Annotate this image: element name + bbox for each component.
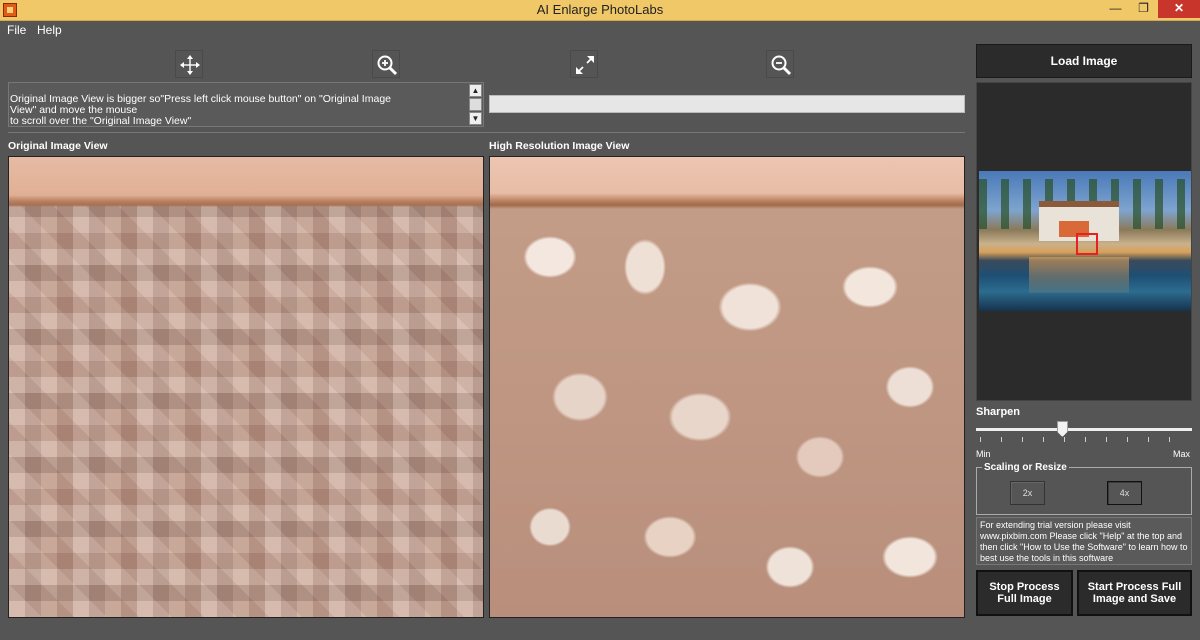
zoom-out-icon bbox=[771, 55, 792, 76]
slider-ticks bbox=[980, 437, 1190, 442]
zoom-in-button[interactable] bbox=[372, 50, 400, 78]
load-image-button[interactable]: Load Image bbox=[976, 44, 1192, 78]
thumbnail-reflection bbox=[1029, 257, 1129, 293]
preview-panel bbox=[976, 82, 1192, 401]
pan-button[interactable] bbox=[175, 50, 203, 78]
preview-thumbnail[interactable] bbox=[979, 171, 1191, 311]
fit-button[interactable] bbox=[570, 50, 598, 78]
sharpen-slider-thumb[interactable] bbox=[1056, 421, 1068, 437]
selection-box[interactable] bbox=[1076, 233, 1098, 255]
original-image-view[interactable] bbox=[8, 156, 484, 618]
high-resolution-image-view[interactable] bbox=[489, 156, 965, 618]
title-bar: AI Enlarge PhotoLabs — ❐ ✕ bbox=[0, 0, 1200, 21]
info-textbox[interactable]: Original Image View is bigger so"Press l… bbox=[8, 82, 484, 127]
minimize-button[interactable]: — bbox=[1102, 0, 1129, 18]
info-text: Original Image View is bigger so"Press l… bbox=[10, 93, 391, 127]
hires-view-label: High Resolution Image View bbox=[489, 140, 630, 152]
sharpen-label: Sharpen bbox=[976, 406, 1021, 418]
menu-help[interactable]: Help bbox=[37, 23, 62, 37]
window-title: AI Enlarge PhotoLabs bbox=[536, 2, 664, 17]
zoom-in-icon bbox=[377, 55, 398, 76]
scaling-group bbox=[976, 467, 1192, 515]
original-view-label: Original Image View bbox=[8, 140, 108, 152]
maximize-button[interactable]: ❐ bbox=[1130, 0, 1157, 18]
zoom-out-button[interactable] bbox=[766, 50, 794, 78]
close-button[interactable]: ✕ bbox=[1158, 0, 1200, 18]
scale-4x-button[interactable]: 4x bbox=[1107, 481, 1142, 505]
start-process-button[interactable]: Start Process Full Image and Save bbox=[1077, 570, 1192, 616]
trial-info-text: For extending trial version please visit… bbox=[976, 517, 1192, 565]
sharpen-min-label: Min bbox=[976, 449, 991, 459]
sharpen-max-label: Max bbox=[1173, 449, 1191, 459]
scale-2x-button[interactable]: 2x bbox=[1010, 481, 1045, 505]
scroll-thumb[interactable] bbox=[469, 98, 482, 111]
menu-bar: File Help bbox=[0, 21, 1200, 40]
scroll-down-button[interactable]: ▼ bbox=[469, 112, 482, 125]
progress-bar bbox=[489, 95, 965, 113]
sharpen-slider-track[interactable] bbox=[976, 428, 1192, 431]
scaling-label: Scaling or Resize bbox=[982, 462, 1069, 473]
move-icon bbox=[180, 55, 200, 75]
divider bbox=[8, 132, 965, 133]
fit-expand-icon bbox=[576, 56, 594, 74]
menu-file[interactable]: File bbox=[7, 23, 26, 37]
stop-process-button[interactable]: Stop Process Full Image bbox=[976, 570, 1073, 616]
scroll-up-button[interactable]: ▲ bbox=[469, 84, 482, 97]
